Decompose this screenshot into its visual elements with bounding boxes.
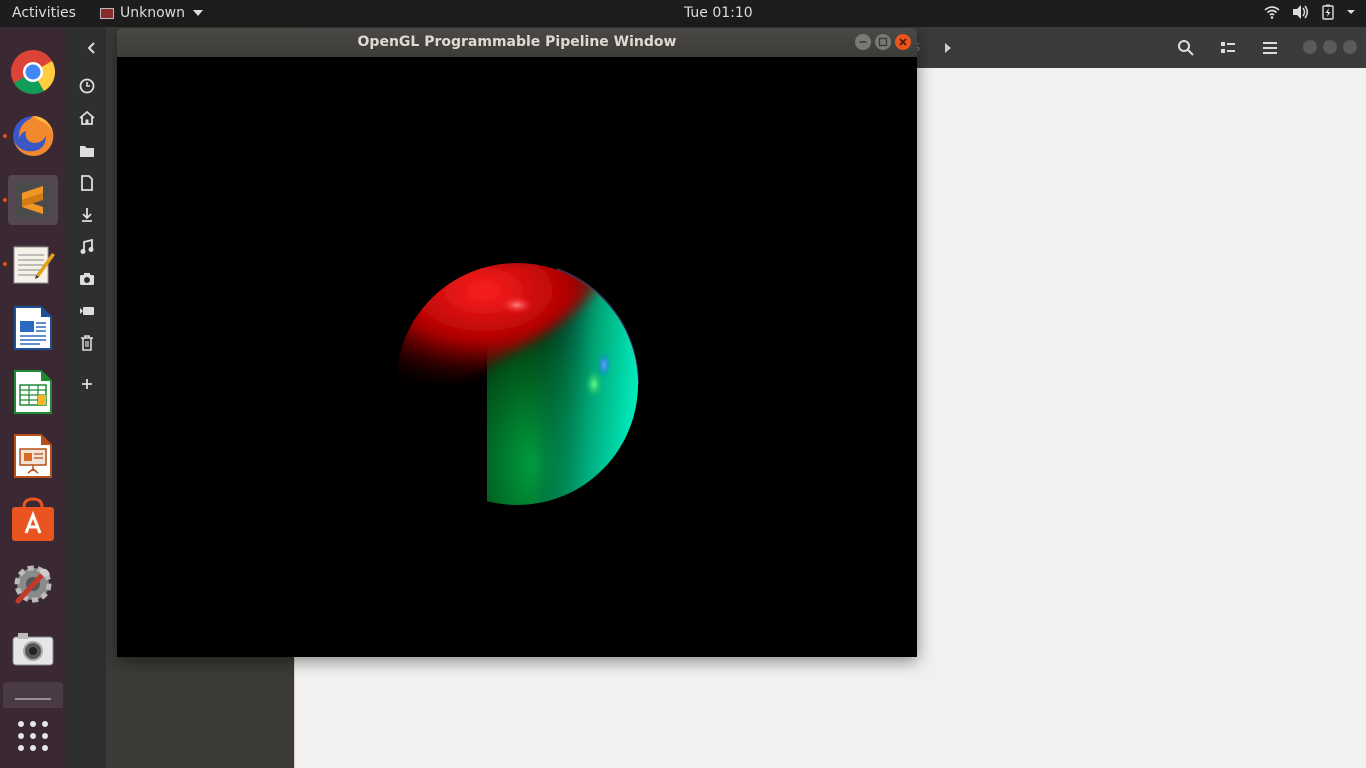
camera-icon [12, 633, 54, 666]
dock-item-screenshot[interactable] [10, 625, 56, 671]
dock-item-text-editor[interactable] [10, 241, 56, 287]
app-grid-icon [18, 721, 48, 751]
pictures-icon[interactable] [78, 270, 96, 288]
dock-item-libreoffice-calc[interactable] [10, 369, 56, 415]
document-icon[interactable] [78, 174, 96, 192]
dock-item-system-settings[interactable] [10, 561, 56, 607]
recent-icon[interactable] [78, 77, 96, 95]
activities-button[interactable]: Activities [12, 5, 76, 21]
dock-item-sublime-text[interactable] [8, 175, 58, 225]
window-titlebar[interactable]: OpenGL Programmable Pipeline Window [117, 28, 917, 57]
dock-item-software-center[interactable] [10, 497, 56, 543]
chrome-icon [11, 50, 55, 94]
dock-item-chrome[interactable] [10, 49, 56, 95]
wifi-icon [1264, 6, 1280, 19]
show-applications-button[interactable] [17, 720, 49, 752]
window-title: OpenGL Programmable Pipeline Window [357, 34, 677, 50]
close-button[interactable] [895, 34, 911, 50]
files-minimize-button[interactable] [1303, 40, 1317, 54]
search-icon[interactable] [1176, 38, 1196, 58]
dock [0, 27, 66, 768]
running-indicator [3, 198, 7, 202]
app-menu-label: Unknown [120, 5, 185, 21]
app-icon [100, 7, 114, 19]
power-menu-icon [1347, 10, 1355, 14]
libreoffice-impress-icon [14, 434, 52, 478]
files-maximize-button[interactable] [1323, 40, 1337, 54]
running-indicator [3, 262, 7, 266]
view-list-icon[interactable] [1218, 38, 1238, 58]
software-center-icon [12, 497, 54, 541]
files-sidebar [66, 27, 106, 768]
sublime-text-icon [15, 182, 51, 218]
battery-icon [1322, 4, 1334, 20]
libreoffice-calc-icon [14, 370, 52, 414]
add-location-icon[interactable] [78, 375, 96, 393]
home-icon[interactable] [78, 109, 96, 127]
back-icon[interactable] [82, 38, 102, 58]
system-tray[interactable] [1264, 4, 1356, 20]
top-bar: Activities Unknown Tue 01:10 [0, 0, 1366, 27]
download-icon[interactable] [78, 206, 96, 224]
trash-icon[interactable] [78, 334, 96, 352]
music-icon[interactable] [78, 238, 96, 256]
maximize-button[interactable] [875, 34, 891, 50]
volume-icon [1293, 5, 1308, 19]
chevron-down-icon [193, 10, 203, 16]
clock[interactable]: Tue 01:10 [684, 5, 753, 21]
maximize-icon [878, 37, 888, 47]
files-close-button[interactable] [1343, 40, 1357, 54]
rendered-sphere-scene [396, 263, 640, 505]
close-icon [899, 38, 907, 46]
chevron-right-icon[interactable] [938, 38, 958, 58]
opengl-render-canvas[interactable] [117, 57, 917, 657]
minimize-button[interactable] [855, 34, 871, 50]
opengl-window: OpenGL Programmable Pipeline Window [117, 28, 917, 657]
libreoffice-writer-icon [14, 306, 52, 350]
text-editor-icon [13, 245, 55, 284]
minimize-icon [859, 41, 867, 43]
firefox-icon [13, 115, 54, 156]
dock-item-libreoffice-impress[interactable] [10, 433, 56, 479]
videos-icon[interactable] [78, 302, 96, 320]
dock-trash-placeholder [3, 682, 63, 708]
app-menu[interactable]: Unknown [100, 5, 203, 21]
hamburger-menu-icon[interactable] [1260, 38, 1280, 58]
settings-icon [14, 565, 52, 604]
dock-item-libreoffice-writer[interactable] [10, 305, 56, 351]
running-indicator [3, 134, 7, 138]
folder-icon[interactable] [78, 142, 96, 160]
dock-item-firefox[interactable] [10, 113, 56, 159]
